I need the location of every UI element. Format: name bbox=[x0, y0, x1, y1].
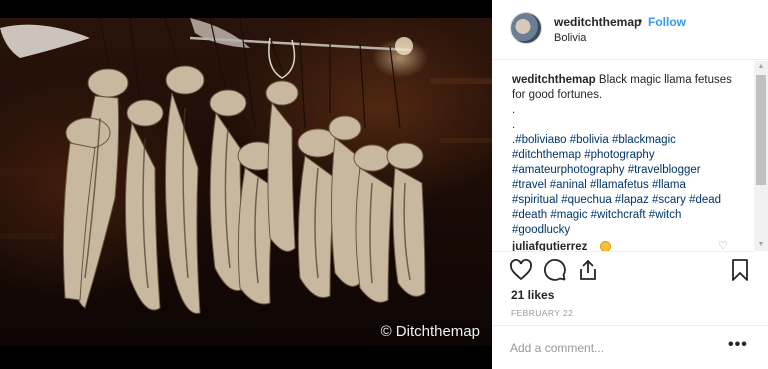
post-date: FEBRUARY 22 bbox=[511, 308, 574, 318]
scrollbar[interactable]: ▲ ▼ bbox=[754, 61, 768, 251]
photo-watermark: © Ditchthemap bbox=[380, 323, 480, 340]
scroll-down-arrow-icon[interactable]: ▼ bbox=[754, 239, 768, 251]
post-header: weditchthemap • Follow Bolivia bbox=[492, 0, 768, 60]
llama-fetuses-image bbox=[0, 18, 492, 314]
post-caption: weditchthemap Black magic llama fetuses … bbox=[512, 73, 744, 238]
face-emoji-icon bbox=[600, 241, 611, 251]
bookmark-icon[interactable] bbox=[728, 258, 752, 282]
more-options-icon[interactable]: ••• bbox=[728, 336, 748, 354]
scroll-up-arrow-icon[interactable]: ▲ bbox=[754, 61, 768, 73]
comment-username[interactable]: juliafgutierrez bbox=[512, 241, 587, 251]
hashtag-line[interactable]: #travel #aninal #llamafetus #llama bbox=[512, 178, 744, 193]
hashtag-line[interactable]: #goodlucky bbox=[512, 223, 744, 238]
likes-count[interactable]: 21 likes bbox=[511, 288, 554, 302]
hashtag-line[interactable]: #death #magic #witchcraft #witch bbox=[512, 208, 744, 223]
action-bar bbox=[492, 251, 754, 287]
post-sidebar: weditchthemap • Follow Bolivia weditchth… bbox=[492, 0, 768, 369]
follow-button[interactable]: Follow bbox=[648, 15, 686, 29]
comments-scroll-area[interactable]: weditchthemap Black magic llama fetuses … bbox=[492, 61, 754, 251]
comment-like-heart-icon[interactable]: ♡ bbox=[718, 239, 728, 251]
add-comment-bar: ••• bbox=[492, 325, 768, 369]
instagram-post-modal: © Ditchthemap weditchthemap • Follow Bol… bbox=[0, 0, 768, 369]
scroll-thumb[interactable] bbox=[756, 75, 766, 185]
caption-dot: . bbox=[512, 104, 516, 116]
add-comment-input[interactable] bbox=[510, 339, 710, 357]
username-link[interactable]: weditchthemap bbox=[554, 15, 641, 29]
separator-dot: • bbox=[638, 14, 643, 28]
heart-icon[interactable] bbox=[509, 258, 533, 282]
comment-icon[interactable] bbox=[543, 258, 567, 282]
share-icon[interactable] bbox=[576, 258, 600, 282]
hashtag-line[interactable]: #amateurphotography #travelblogger bbox=[512, 163, 744, 178]
hashtag-line[interactable]: .#boliviaво #bolivia #blackmagic bbox=[512, 133, 744, 148]
avatar[interactable] bbox=[510, 12, 542, 44]
caption-author[interactable]: weditchthemap bbox=[512, 74, 596, 86]
hashtag-line[interactable]: #spiritual #quechua #lapaz #scary #dead bbox=[512, 193, 744, 208]
hashtag-line[interactable]: #ditchthemap #photography bbox=[512, 148, 744, 163]
post-photo[interactable]: © Ditchthemap bbox=[0, 18, 492, 346]
location-link[interactable]: Bolivia bbox=[554, 32, 586, 44]
caption-dot: . bbox=[512, 119, 516, 131]
